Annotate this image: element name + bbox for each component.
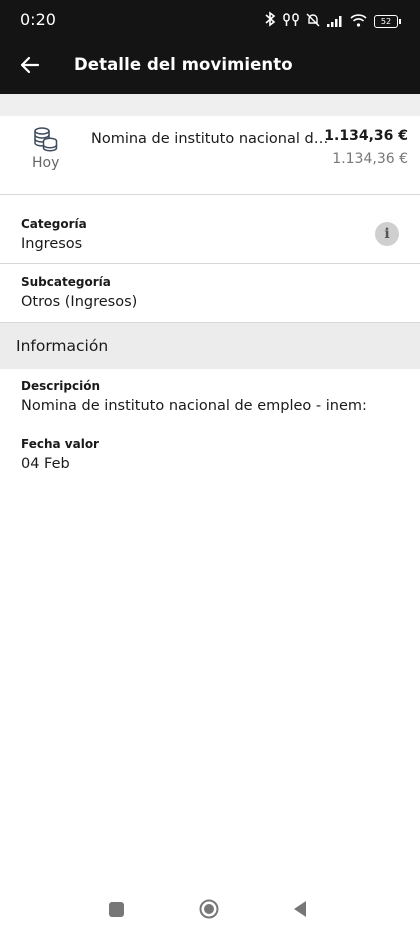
back-arrow-icon[interactable] <box>16 51 44 79</box>
transaction-amount-secondary: 1.134,36 € <box>332 151 408 167</box>
value-date-label: Fecha valor <box>21 437 99 451</box>
earbuds-icon <box>283 12 299 31</box>
status-bar: 0:20 52 <box>0 0 420 40</box>
subcategory-label: Subcategoría <box>21 275 111 289</box>
system-nav-bar <box>0 888 420 934</box>
nav-back-icon[interactable] <box>292 900 308 918</box>
value-date-value: 04 Feb <box>21 456 70 472</box>
transaction-amount: 1.134,36 € <box>324 128 408 144</box>
description-field: Descripción Nomina de instituto nacional… <box>21 379 367 414</box>
category-label: Categoría <box>21 217 87 231</box>
bluetooth-icon <box>264 11 276 31</box>
category-value: Ingresos <box>21 236 83 252</box>
description-label: Descripción <box>21 379 100 393</box>
status-icons: 52 <box>264 11 401 31</box>
info-section-header: Información <box>0 322 420 369</box>
app-bar: Detalle del movimiento <box>0 40 420 94</box>
section-title: Información <box>16 337 109 355</box>
coins-icon <box>32 126 58 152</box>
divider <box>0 263 420 264</box>
status-time: 0:20 <box>20 10 56 29</box>
category-field: Categoría Ingresos <box>21 217 87 252</box>
home-button[interactable] <box>199 899 219 919</box>
transaction-day: Hoy <box>32 155 60 171</box>
info-icon[interactable]: i <box>375 222 399 246</box>
subcategory-value: Otros (Ingresos) <box>21 294 138 310</box>
battery-icon: 52 <box>374 14 401 28</box>
mute-bell-icon <box>306 12 320 31</box>
page-title: Detalle del movimiento <box>74 55 293 74</box>
transaction-description: Nomina de instituto nacional de e... <box>91 131 331 147</box>
description-value: Nomina de instituto nacional de empleo -… <box>21 398 367 414</box>
recents-button[interactable] <box>109 902 124 917</box>
value-date-field: Fecha valor 04 Feb <box>21 437 99 472</box>
top-spacer <box>0 94 420 116</box>
signal-icon <box>327 12 343 31</box>
subcategory-field: Subcategoría Otros (Ingresos) <box>21 275 137 310</box>
wifi-icon <box>350 12 367 31</box>
